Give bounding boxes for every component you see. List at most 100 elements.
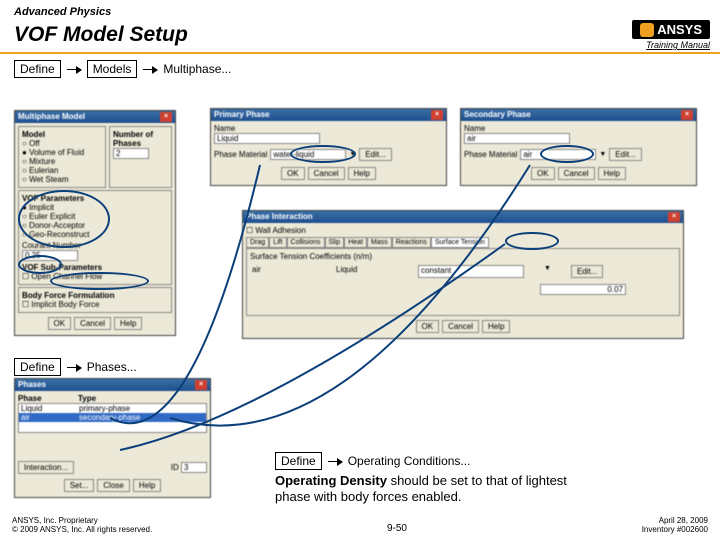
arrow-icon	[328, 461, 342, 462]
name-label: Name	[464, 124, 693, 133]
close-icon[interactable]: ×	[195, 380, 207, 390]
edit-button[interactable]: Edit...	[359, 148, 391, 161]
primary-phase-dialog: Primary Phase× Name Liquid Phase Materia…	[210, 108, 447, 186]
material-select[interactable]: air	[520, 149, 596, 160]
radio-implicit[interactable]: Implicit	[22, 203, 168, 212]
tab-surface-tension[interactable]: Surface Tension	[431, 237, 489, 248]
menu-operating-conditions[interactable]: Operating Conditions...	[348, 454, 471, 468]
menu-phases[interactable]: Phases...	[87, 360, 137, 374]
cancel-button[interactable]: Cancel	[74, 317, 111, 330]
tab-drag[interactable]: Drag	[246, 237, 269, 248]
menu-define[interactable]: Define	[275, 452, 322, 470]
help-button[interactable]: Help	[133, 479, 161, 492]
model-header: Model	[22, 130, 102, 139]
interaction-button[interactable]: Interaction...	[18, 461, 74, 474]
radio-mixture[interactable]: Mixture	[22, 157, 102, 166]
cancel-button[interactable]: Cancel	[442, 320, 479, 333]
tab-heat[interactable]: Heat	[344, 237, 367, 248]
type-select[interactable]: constant	[418, 265, 524, 278]
radio-vof[interactable]: Volume of Fluid	[22, 148, 102, 157]
dropdown-icon[interactable]: ▼	[599, 151, 606, 158]
close-icon[interactable]: ×	[681, 110, 693, 120]
dialog-title: Primary Phase	[214, 110, 270, 120]
edit-button[interactable]: Edit...	[609, 148, 641, 161]
cancel-button[interactable]: Cancel	[308, 167, 345, 180]
radio-wetsteam[interactable]: Wet Steam	[22, 175, 102, 184]
id-label: ID	[171, 463, 179, 472]
check-open-channel[interactable]: Open Channel Flow	[22, 272, 168, 281]
header-subtitle: Advanced Physics	[14, 6, 706, 18]
radio-geo-reconstruct[interactable]: Geo-Reconstruct	[22, 230, 168, 239]
tab-reactions[interactable]: Reactions	[392, 237, 431, 248]
radio-eulerian[interactable]: Eulerian	[22, 166, 102, 175]
col-phase: Phase	[18, 394, 78, 403]
arrow-icon	[67, 69, 81, 70]
courant-label: Courant Number	[22, 241, 168, 250]
vof-sub-label: VOF Sub-Parameters	[22, 263, 168, 272]
breadcrumb-phases: Define Phases...	[14, 358, 137, 376]
close-button[interactable]: Close	[97, 479, 129, 492]
name-input[interactable]: air	[464, 133, 570, 144]
close-icon[interactable]: ×	[160, 112, 172, 122]
radio-donor-acceptor[interactable]: Donor-Acceptor	[22, 221, 168, 230]
training-manual-label: Training Manual	[646, 40, 710, 50]
courant-input[interactable]: 0.25	[22, 250, 78, 261]
numphases-label: Number of Phases	[113, 130, 168, 148]
tab-lift[interactable]: Lift	[269, 237, 286, 248]
tab-collisions[interactable]: Collisions	[287, 237, 325, 248]
page-title: VOF Model Setup	[14, 23, 188, 47]
menu-multiphase[interactable]: Multiphase...	[163, 62, 231, 76]
note-text: Operating Density should be set to that …	[275, 473, 605, 506]
dropdown-icon[interactable]: ▼	[349, 151, 356, 158]
check-wall-adhesion[interactable]: Wall Adhesion	[246, 226, 680, 235]
tab-mass[interactable]: Mass	[367, 237, 392, 248]
note-bold: Operating Density	[275, 473, 387, 488]
ok-button[interactable]: OK	[48, 317, 72, 330]
set-button[interactable]: Set...	[64, 479, 95, 492]
ok-button[interactable]: OK	[416, 320, 440, 333]
secondary-phase-dialog: Secondary Phase × Name air Phase Material…	[460, 108, 697, 186]
header: Advanced Physics	[0, 0, 720, 20]
menu-define[interactable]: Define	[14, 60, 61, 78]
material-label: Phase Material	[464, 150, 517, 159]
breadcrumb-models: Define Models Multiphase...	[14, 60, 706, 78]
cell-phase2: Liquid	[334, 265, 398, 278]
help-button[interactable]: Help	[114, 317, 142, 330]
list-item[interactable]: Liquid primary-phase	[19, 404, 206, 413]
operating-note: Define Operating Conditions... Operating…	[275, 452, 605, 506]
cancel-button[interactable]: Cancel	[558, 167, 595, 180]
menu-define[interactable]: Define	[14, 358, 61, 376]
dialog-title: Secondary Phase	[464, 110, 531, 120]
dropdown-icon[interactable]: ▼	[544, 265, 551, 278]
title-row: VOF Model Setup ANSYS Training Manual	[0, 20, 720, 50]
ok-button[interactable]: OK	[531, 167, 555, 180]
material-select[interactable]: water-liquid	[270, 149, 346, 160]
help-button[interactable]: Help	[482, 320, 510, 333]
radio-euler-explicit[interactable]: Euler Explicit	[22, 212, 168, 221]
id-input[interactable]: 3	[181, 462, 207, 473]
value-input[interactable]: 0.07	[540, 284, 626, 295]
help-button[interactable]: Help	[598, 167, 626, 180]
name-input[interactable]: Liquid	[214, 133, 320, 144]
list-item[interactable]: air secondary-phase	[19, 413, 206, 422]
body-force-label: Body Force Formulation	[22, 291, 168, 300]
close-icon[interactable]: ×	[668, 212, 680, 222]
dialog-title: Phase Interaction	[246, 212, 313, 222]
col-type: Type	[78, 394, 96, 403]
close-icon[interactable]: ×	[431, 110, 443, 120]
cell-phase1: air	[250, 265, 314, 278]
edit-button[interactable]: Edit...	[571, 265, 603, 278]
menu-models[interactable]: Models	[87, 60, 138, 78]
help-button[interactable]: Help	[348, 167, 376, 180]
ok-button[interactable]: OK	[281, 167, 305, 180]
page-number: 9-50	[387, 523, 407, 534]
arrow-icon	[67, 367, 81, 368]
tab-slip[interactable]: Slip	[325, 237, 345, 248]
footer-right: April 28, 2009 Inventory #002600	[642, 516, 708, 534]
section-label: Surface Tension Coefficients (n/m)	[250, 252, 676, 261]
numphases-input[interactable]: 2	[113, 148, 149, 159]
dialog-title: Phases	[18, 380, 46, 390]
check-implicit-body[interactable]: Implicit Body Force	[22, 300, 168, 309]
radio-off[interactable]: Off	[22, 139, 102, 148]
name-label: Name	[214, 124, 443, 133]
